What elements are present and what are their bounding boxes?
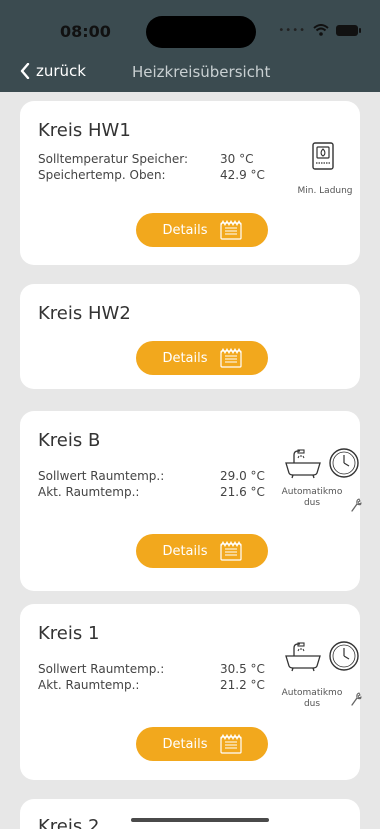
wifi-icon	[313, 24, 329, 36]
circuit-card-hw1: Kreis HW1 Solltemperatur Speicher: 30 °C…	[20, 101, 360, 265]
circuit-card-2: Kreis 2	[20, 799, 360, 829]
row-label: Speichertemp. Oben:	[38, 168, 166, 182]
details-button[interactable]: Details	[136, 727, 268, 761]
row-label: Sollwert Raumtemp.:	[38, 662, 165, 676]
details-button[interactable]: Details	[136, 341, 268, 375]
card-title: Kreis 1	[38, 623, 100, 644]
details-label: Details	[162, 543, 208, 559]
mode-text: Automatikmo dus	[280, 688, 344, 710]
clock-icon	[329, 641, 359, 671]
row-label: Sollwert Raumtemp.:	[38, 469, 165, 483]
details-button[interactable]: Details	[136, 534, 268, 568]
chevron-left-icon	[20, 63, 30, 79]
back-button[interactable]: zurück	[20, 62, 86, 80]
mode-label: Automatikmo dus	[281, 688, 343, 709]
clock-icon	[329, 448, 359, 478]
wrench-icon[interactable]	[350, 692, 362, 706]
back-label: zurück	[36, 62, 86, 80]
card-title: Kreis 2	[38, 816, 100, 829]
details-label: Details	[162, 350, 208, 366]
row-value: 21.6 °C	[220, 485, 265, 499]
header: 08:00 •••• zurück Heizkreisübersicht	[0, 0, 380, 92]
circuit-card-hw2: Kreis HW2 Details	[20, 284, 360, 389]
details-button[interactable]: Details	[136, 213, 268, 247]
storage-tank-icon	[312, 142, 334, 170]
bathtub-icon	[285, 642, 321, 672]
list-icon	[219, 734, 242, 754]
wrench-icon[interactable]	[350, 498, 362, 512]
circuit-card-1: Kreis 1 Sollwert Raumtemp.: 30.5 °C Akt.…	[20, 604, 362, 780]
card-title: Kreis B	[38, 430, 101, 451]
row-value: 30 °C	[220, 152, 254, 166]
details-label: Details	[162, 736, 208, 752]
list-icon	[219, 541, 242, 561]
signal-icon: ••••	[278, 24, 306, 36]
card-title: Kreis HW1	[38, 120, 131, 141]
list-icon	[219, 220, 242, 240]
status-icons: ••••	[278, 24, 361, 36]
status-time: 08:00	[60, 22, 111, 41]
row-label: Solltemperatur Speicher:	[38, 152, 189, 166]
home-indicator	[131, 818, 269, 822]
row-value: 21.2 °C	[220, 678, 265, 692]
row-value: 29.0 °C	[220, 469, 265, 483]
row-label: Akt. Raumtemp.:	[38, 485, 140, 499]
bathtub-icon	[285, 449, 321, 479]
row-label: Akt. Raumtemp.:	[38, 678, 140, 692]
mode-text: Automatikmo dus	[280, 487, 344, 509]
page-title: Heizkreisübersicht	[132, 63, 271, 81]
circuit-card-b: Kreis B Sollwert Raumtemp.: 29.0 °C Akt.…	[20, 411, 362, 591]
list-icon	[219, 348, 242, 368]
battery-icon	[336, 24, 361, 36]
dynamic-island	[146, 16, 256, 48]
card-title: Kreis HW2	[38, 303, 131, 324]
details-label: Details	[162, 222, 208, 238]
mode-label: Automatikmo dus	[281, 487, 343, 508]
status-text: Min. Ladung	[297, 186, 353, 196]
row-value: 30.5 °C	[220, 662, 265, 676]
row-value: 42.9 °C	[220, 168, 265, 182]
